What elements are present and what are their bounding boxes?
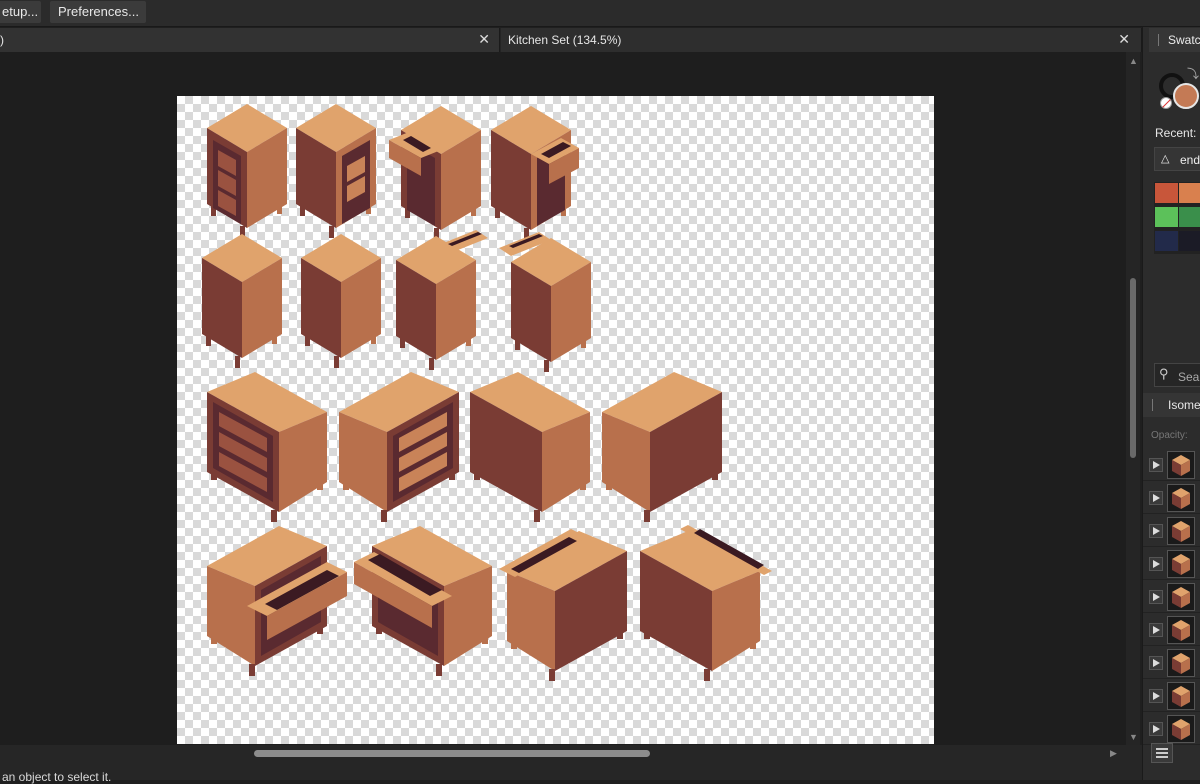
horizontal-scrollbar[interactable]: ▶ [0,745,1142,761]
layers-group-label: Isome [1168,398,1200,412]
palette-triangle-icon: △ [1161,153,1170,165]
layer-thumbnail [1167,484,1195,512]
layer-thumbnail [1167,517,1195,545]
tab-document-1[interactable]: ) ✕ [0,28,500,52]
swatch-navy[interactable] [1155,231,1178,251]
layer-item[interactable] [1143,647,1200,679]
status-hint: an object to select it. [2,770,112,784]
expand-icon[interactable] [1149,458,1163,472]
layer-thumbnail [1167,715,1195,743]
expand-icon[interactable] [1149,623,1163,637]
layer-item[interactable] [1143,482,1200,514]
layer-thumbnail [1167,550,1195,578]
horizontal-scroll-thumb[interactable] [254,750,650,757]
workspace [0,52,1126,745]
document-canvas[interactable] [177,96,934,744]
no-color-icon[interactable] [1160,97,1172,109]
status-bar: an object to select it. [0,761,1142,784]
layer-item[interactable] [1143,680,1200,712]
expand-icon[interactable] [1149,491,1163,505]
tab-swatches[interactable]: Swatc [1149,28,1200,52]
right-panel: Swatc ⤵ Recent: △ end ⚲ Sear Isome Opaci… [1142,27,1200,780]
scroll-up-icon[interactable]: ▲ [1129,56,1138,66]
layer-item[interactable] [1143,713,1200,745]
swatch-grid [1154,182,1200,254]
opacity-label: Opacity: [1151,430,1188,441]
opacity-control[interactable]: Opacity: [1151,427,1188,441]
expand-icon[interactable] [1149,656,1163,670]
swatch-red-orange[interactable] [1155,183,1178,203]
layer-thumbnail [1167,649,1195,677]
layer-item[interactable] [1143,515,1200,547]
fill-stroke-selector[interactable]: ⤵ [1157,67,1199,111]
swatch-green[interactable] [1155,207,1178,227]
tab-label: ) [0,33,4,47]
palette-name: end [1180,153,1200,167]
close-icon[interactable]: ✕ [478,31,490,47]
swatch-orange[interactable] [1179,183,1200,203]
expand-icon[interactable] [1149,689,1163,703]
layer-item[interactable] [1143,449,1200,481]
recent-label: Recent: [1155,126,1197,140]
fill-swatch[interactable] [1173,83,1199,109]
layer-thumbnail [1167,583,1195,611]
scroll-right-icon[interactable]: ▶ [1110,748,1117,759]
scroll-down-icon[interactable]: ▼ [1129,732,1138,742]
layer-item[interactable] [1143,581,1200,613]
search-input[interactable]: ⚲ Sear [1154,363,1200,387]
tab-divider [1158,34,1159,46]
preferences-button[interactable]: Preferences... [50,1,146,23]
swap-icon[interactable]: ⤵ [1187,65,1199,82]
layer-thumbnail [1167,451,1195,479]
expand-icon[interactable] [1149,590,1163,604]
layer-thumbnail [1167,616,1195,644]
layer-item[interactable] [1143,548,1200,580]
setup-button[interactable]: etup... [0,1,41,23]
palette-dropdown[interactable]: △ end [1154,147,1200,171]
layer-list [1143,449,1200,749]
close-icon[interactable]: ✕ [1118,31,1130,47]
expand-icon[interactable] [1149,557,1163,571]
tab-swatches-label: Swatc [1168,33,1200,47]
document-tabs: ) ✕ Kitchen Set (134.5%) ✕ [0,28,1142,52]
top-toolbar: etup... Preferences... [0,0,1200,27]
tab-divider [1152,399,1153,411]
swatch-black[interactable] [1179,231,1200,251]
expand-icon[interactable] [1149,722,1163,736]
tab-label: Kitchen Set (134.5%) [508,33,622,47]
search-icon: ⚲ [1159,366,1169,381]
layer-thumbnail [1167,682,1195,710]
layer-item[interactable] [1143,614,1200,646]
expand-icon[interactable] [1149,524,1163,538]
preferences-button-label: Preferences... [58,4,139,19]
vertical-scrollbar[interactable]: ▲ ▼ [1126,52,1140,745]
search-placeholder: Sear [1178,370,1200,384]
furniture-artwork [202,104,772,681]
tab-kitchen-set[interactable]: Kitchen Set (134.5%) ✕ [501,28,1142,52]
swatch-dark-green[interactable] [1179,207,1200,227]
setup-button-label: etup... [2,4,39,19]
layers-tab[interactable]: Isome [1143,393,1200,417]
vertical-scroll-thumb[interactable] [1130,278,1136,458]
layers-stack-icon[interactable] [1151,743,1173,763]
